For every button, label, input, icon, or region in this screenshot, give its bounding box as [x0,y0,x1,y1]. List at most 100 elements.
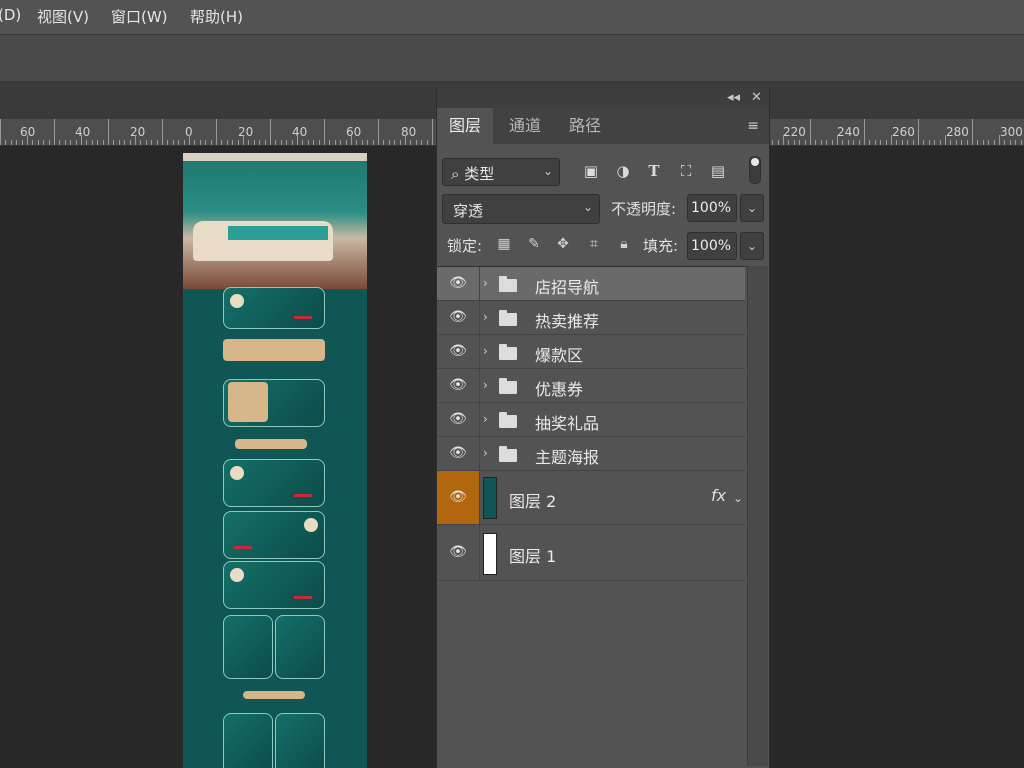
lock-all-icon[interactable]: 🔒︎ [615,235,633,253]
chevron-right-icon[interactable]: › [483,344,488,358]
layer-row-group[interactable]: 👁︎ › 爆款区 [437,335,745,369]
ruler-tick [378,119,379,145]
ruler-tick [103,140,104,145]
tab-paths[interactable]: 路径 [557,108,613,144]
ruler-tick [886,140,887,145]
ruler-tick [319,140,320,145]
layer-row-group[interactable]: 👁︎ › 热卖推荐 [437,301,745,335]
layer-effects-icon[interactable]: fx [711,486,726,505]
tab-layers[interactable]: 图层 [437,108,494,144]
layer-row-group[interactable]: 👁︎ › 店招导航 [437,267,745,301]
ruler-tick [405,135,406,145]
document-canvas[interactable] [183,153,367,768]
image-filter-icon[interactable]: ▣ [582,162,600,180]
folder-icon [499,378,517,394]
lock-label: 锁定: [447,237,483,255]
ruler-tick [302,140,303,145]
ruler-tick [923,140,924,145]
ruler-tick [880,140,881,145]
layer-name: 图层 1 [509,547,557,566]
ruler-label: 80 [401,125,417,139]
blend-mode-select[interactable]: 穿透 ⌄ [442,194,600,224]
ruler-tick [49,140,50,145]
ruler-tick [815,140,816,145]
ruler-tick [281,140,282,145]
ruler-tick [853,140,854,145]
ruler-tick [178,140,179,145]
layer-row-group[interactable]: 👁︎ › 抽奖礼品 [437,403,745,437]
ruler-tick [972,119,973,145]
layer-name: 优惠券 [535,380,584,399]
ruler-label: 260 [892,125,915,139]
store-header-strip [183,153,367,161]
chevron-down-icon: ⌄ [542,164,553,178]
chevron-right-icon[interactable]: › [483,276,488,290]
ruler-tick [297,135,298,145]
tab-channels[interactable]: 通道 [497,108,553,144]
chevron-down-icon[interactable]: ⌄ [733,491,743,505]
chevron-right-icon[interactable]: › [483,378,488,392]
lock-position-icon[interactable]: ✥ [554,235,572,253]
smartobject-filter-icon[interactable]: ▤ [709,162,727,180]
ruler-tick [918,119,919,145]
canvas-badge [230,294,244,308]
ruler-tick [400,140,401,145]
adjustment-filter-icon[interactable]: ◑ [614,162,632,180]
lock-image-pixels-icon[interactable]: ✎ [525,235,543,253]
ruler-tick [864,119,865,145]
layer-row-group[interactable]: 👁︎ › 优惠券 [437,369,745,403]
fill-dropdown-button[interactable]: ⌄ [740,232,764,260]
visibility-eye-icon[interactable]: 👁︎ [437,471,480,524]
layers-scrollbar[interactable] [747,266,768,766]
ruler-tick [788,140,789,145]
layer-row[interactable]: 👁︎ 图层 2 fx ⌄ [437,471,745,525]
fill-input[interactable]: 100% [687,232,737,260]
ruler-tick [427,140,428,145]
ruler-tick [27,135,28,145]
ruler-tick [772,140,773,145]
visibility-eye-icon[interactable]: 👁︎ [437,369,480,402]
ruler-tick [119,140,120,145]
chevron-right-icon[interactable]: › [483,446,488,460]
visibility-eye-icon[interactable]: 👁︎ [437,437,480,470]
layer-name: 主题海报 [535,448,600,467]
visibility-eye-icon[interactable]: 👁︎ [437,335,480,368]
visibility-eye-icon[interactable]: 👁︎ [437,525,480,580]
visibility-eye-icon[interactable]: 👁︎ [437,301,480,334]
visibility-eye-icon[interactable]: 👁︎ [437,403,480,436]
panel-menu-icon[interactable]: ≡ [747,118,759,134]
layers-list: 👁︎ › 店招导航 👁︎ › 热卖推荐 👁︎ › 爆款区 👁︎ › 优惠券 👁︎… [437,266,747,767]
menu-item-select[interactable]: (D) [0,6,21,24]
ruler-tick [76,140,77,145]
chevron-right-icon[interactable]: › [483,412,488,426]
fill-value: 100% [691,238,732,254]
opacity-input[interactable]: 100% [687,194,737,222]
ruler-tick [65,140,66,145]
layer-row-group[interactable]: 👁︎ › 主题海报 [437,437,745,471]
menu-item-view[interactable]: 视图(V) [37,6,89,27]
filter-toggle[interactable] [749,156,761,184]
lock-transparent-pixels-icon[interactable]: ▦ [495,235,513,253]
poster-ribbon [228,226,328,240]
ruler-tick [248,140,249,145]
ruler-tick [805,140,806,145]
type-filter-icon[interactable]: T [645,162,663,180]
menu-item-window[interactable]: 窗口(W) [111,6,168,27]
lock-artboard-icon[interactable]: ⌗ [585,235,603,253]
visibility-eye-icon[interactable]: 👁︎ [437,267,480,300]
menu-item-help[interactable]: 帮助(H) [190,6,243,27]
layer-name: 抽奖礼品 [535,414,600,433]
ruler-tick [410,140,411,145]
ruler-tick [124,140,125,145]
ruler-tick [275,140,276,145]
opacity-dropdown-button[interactable]: ⌄ [740,194,764,222]
ruler-tick [238,140,239,145]
close-icon[interactable]: ✕ [751,90,762,105]
chevron-right-icon[interactable]: › [483,310,488,324]
layer-row[interactable]: 👁︎ 图层 1 [437,525,745,581]
ruler-tick [286,140,287,145]
collapse-icon[interactable]: ◂◂ [727,90,740,105]
ruler-tick [227,140,228,145]
filter-kind-select[interactable]: ⌕ 类型 ⌄ [442,158,560,186]
shape-filter-icon[interactable]: ⛶ [677,162,695,180]
